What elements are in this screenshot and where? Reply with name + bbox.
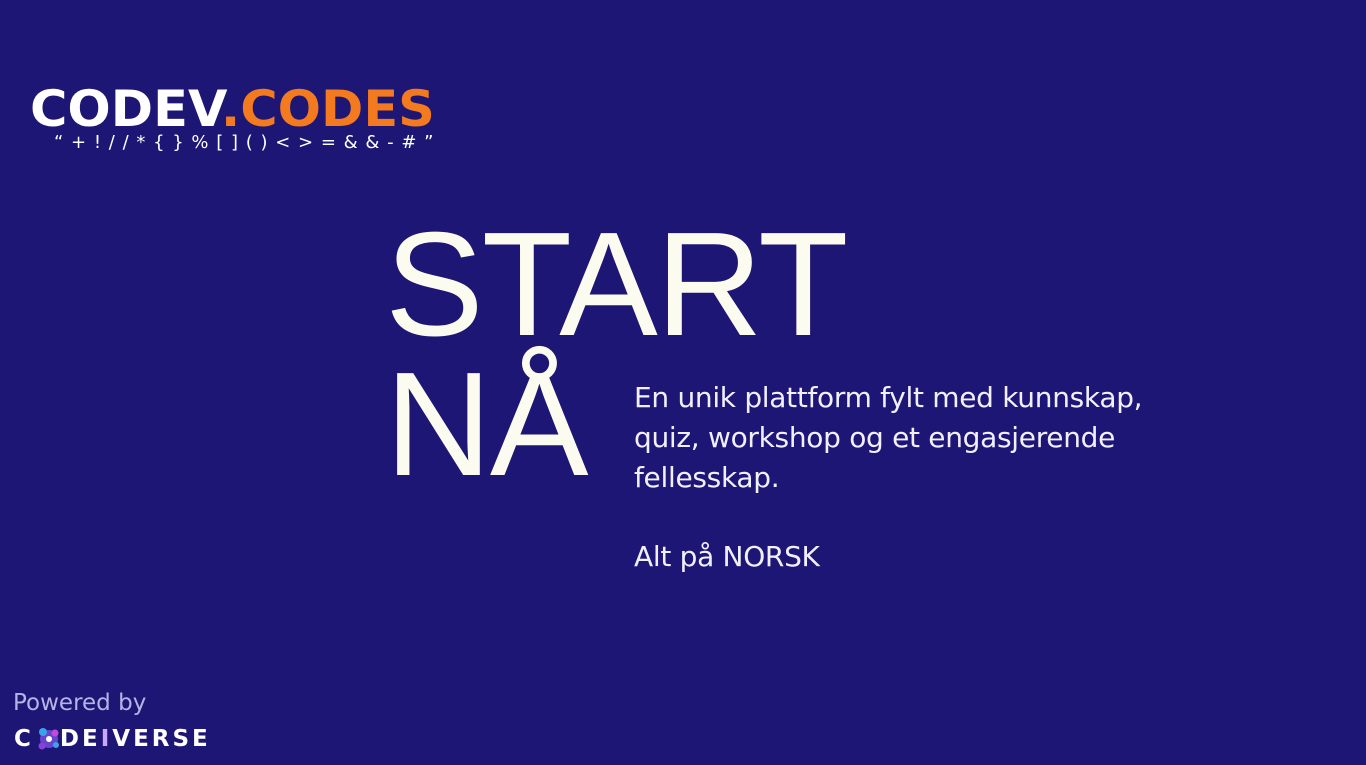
platform-description: En unik plattform fylt med kunnskap, qui… [634, 381, 1143, 494]
language-tagline: Alt på NORSK [634, 540, 820, 573]
logo-codes: .CODES [220, 80, 435, 138]
brand-i: I [100, 726, 113, 752]
logo-codev: CODEV [30, 80, 221, 138]
powered-by-label: Powered by [13, 690, 147, 716]
hero-line-start: START [385, 202, 848, 367]
logo-symbols: “ + ! / / * { } % [ ] ( ) < > = & & - # … [54, 132, 435, 153]
brand-verse: VERSE [112, 726, 211, 752]
codeiverse-logo[interactable]: C DE I VERSE [14, 722, 211, 756]
brand-de: DE [59, 726, 101, 752]
codev-logo[interactable]: CODEV.CODES “ + ! / / * { } % [ ] ( ) < … [30, 80, 450, 153]
brand-c: C [14, 726, 34, 752]
logo-wordmark: CODEV.CODES [30, 80, 458, 138]
